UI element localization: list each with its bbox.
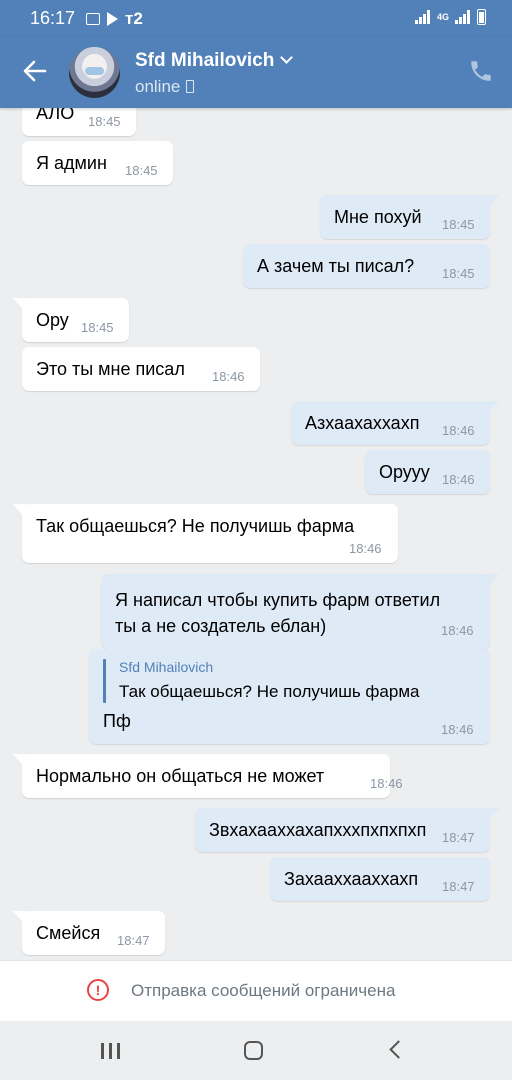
battery-icon — [477, 9, 486, 25]
message-incoming[interactable]: Это ты мне писал 18:46 — [22, 347, 260, 391]
system-nav-bar — [0, 1021, 512, 1080]
play-icon — [107, 12, 118, 26]
message-time: 18:46 — [370, 776, 403, 791]
reply-author[interactable]: Sfd Mihailovich — [119, 659, 213, 675]
message-time: 18:46 — [442, 472, 475, 487]
message-incoming[interactable]: Смейся 18:47 — [13, 911, 165, 955]
message-text: Я админ — [36, 153, 107, 173]
message-text: А зачем ты писал? — [257, 256, 415, 276]
message-incoming[interactable]: Так общаешься? Не получишь фарма 18:46 — [13, 504, 398, 563]
chat-title[interactable]: Sfd Mihailovich — [135, 50, 294, 72]
message-text: Нормально он общаться не может — [36, 766, 325, 786]
back-nav-icon[interactable] — [389, 1040, 408, 1059]
chat-status-text: online — [135, 77, 181, 96]
message-time: 18:47 — [117, 933, 150, 948]
notice-text: Отправка сообщений ограничена — [131, 981, 396, 1000]
message-outgoing[interactable]: Звхахааххахапхххпхпхпхп 18:47 — [195, 808, 499, 852]
message-time: 18:45 — [125, 163, 158, 178]
mobile-icon — [186, 80, 195, 93]
message-text: Смейся — [36, 923, 101, 943]
avatar[interactable] — [69, 47, 120, 98]
message-text: Захааххааххахп — [284, 869, 419, 889]
message-incoming[interactable]: Ору 18:45 — [13, 298, 129, 342]
chat-status: online — [135, 77, 195, 97]
message-incoming[interactable]: Нормально он общаться не может 18:46 — [13, 754, 403, 798]
message-time: 18:47 — [442, 830, 475, 845]
reply-quoted-text[interactable]: Так общаешься? Не получишь фарма — [119, 682, 419, 702]
message-outgoing[interactable]: Захааххааххахп 18:47 — [270, 857, 490, 901]
message-outgoing-reply[interactable]: Sfd Mihailovich Так общаешься? Не получи… — [89, 649, 490, 744]
message-outgoing[interactable]: Я написал чтобы купить фарм ответил ты а… — [101, 574, 499, 649]
status-system-icons: 4G — [414, 9, 486, 25]
chevron-down-icon — [280, 51, 294, 64]
message-outgoing[interactable]: Оруyy 18:46 — [365, 450, 490, 494]
message-time: 18:45 — [88, 114, 121, 129]
message-incoming[interactable]: АЛО 18:45 — [22, 108, 136, 136]
network-type: 4G — [436, 12, 449, 22]
messaging-restricted-notice: ! Отправка сообщений ограничена — [0, 960, 512, 1022]
message-incoming[interactable]: Я админ 18:45 — [22, 141, 173, 185]
message-text: Так общаешься? Не получишь фарма — [36, 516, 355, 536]
message-text: Это ты мне писал — [36, 359, 185, 379]
message-time: 18:46 — [349, 541, 382, 556]
message-time: 18:47 — [442, 879, 475, 894]
message-outgoing[interactable]: А зачем ты писал? 18:45 — [243, 244, 490, 288]
status-bar: 16:17 т2 4G — [0, 0, 512, 36]
phone-call-icon[interactable] — [468, 58, 494, 84]
alert-circle-icon: ! — [87, 979, 109, 1001]
gallery-icon — [86, 13, 100, 25]
chat-header: Sfd Mihailovich online — [0, 36, 512, 108]
message-time: 18:45 — [442, 217, 475, 232]
message-list[interactable]: АЛО 18:45 Я админ 18:45 Мне похуй 18:45 … — [0, 108, 512, 960]
message-outgoing[interactable]: Мне похуй 18:45 — [320, 195, 499, 239]
message-text: Мне похуй — [334, 207, 422, 227]
signal-icon-2 — [455, 9, 471, 25]
message-text: АЛО — [36, 108, 75, 123]
message-outgoing[interactable]: Азхаахаххахп 18:46 — [291, 401, 499, 445]
reply-quote-bar — [103, 659, 106, 703]
signal-icon — [414, 9, 431, 25]
status-time: 16:17 — [30, 8, 76, 28]
message-time: 18:46 — [212, 369, 245, 384]
back-arrow-icon[interactable] — [22, 58, 48, 84]
carrier-label: т2 — [125, 9, 143, 28]
message-text: Азхаахаххахп — [305, 413, 420, 433]
message-time: 18:46 — [442, 423, 475, 438]
recent-apps-icon[interactable] — [101, 1043, 121, 1059]
message-time: 18:45 — [81, 320, 114, 335]
message-text: Ору — [36, 310, 69, 330]
home-icon[interactable] — [244, 1041, 263, 1060]
message-time: 18:46 — [441, 722, 474, 737]
message-text: Я написал чтобы купить фарм ответил ты а… — [115, 590, 441, 636]
status-notification-icons: т2 — [86, 9, 143, 29]
message-time: 18:46 — [441, 623, 474, 638]
chat-title-text: Sfd Mihailovich — [135, 50, 275, 71]
message-time: 18:45 — [442, 266, 475, 281]
message-text: Пф — [103, 711, 131, 731]
message-text: Оруyy — [379, 462, 430, 482]
message-text: Звхахааххахапхххпхпхпхп — [209, 820, 427, 840]
